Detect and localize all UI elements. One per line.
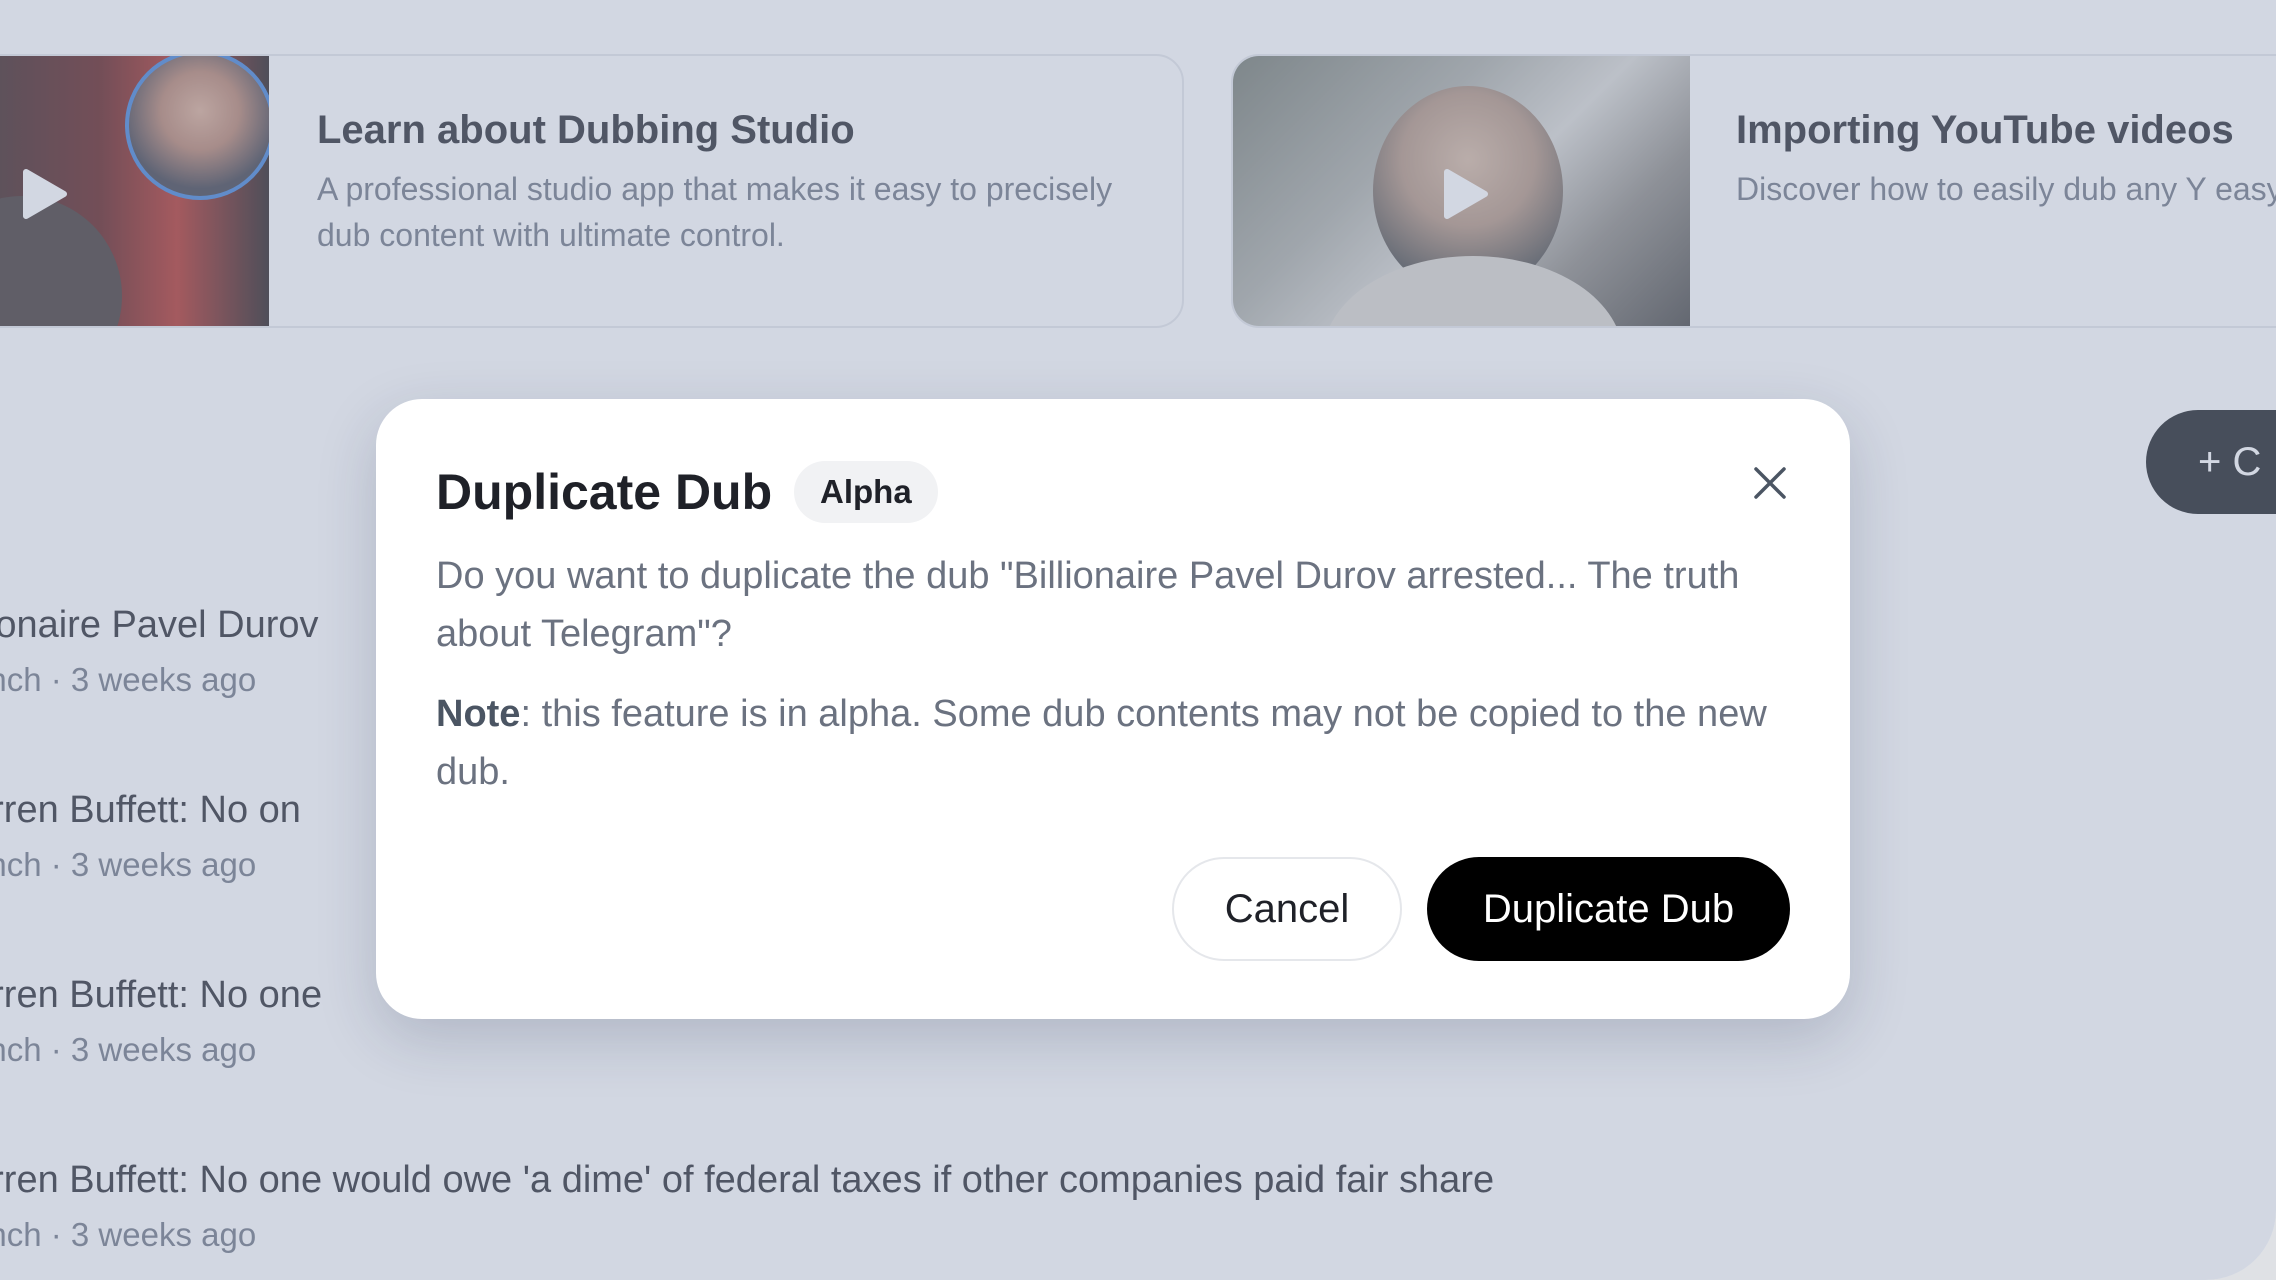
close-button[interactable] — [1740, 453, 1800, 513]
dialog-message: Do you want to duplicate the dub "Billio… — [436, 555, 1740, 655]
duplicate-dub-dialog: Duplicate Dub Alpha Do you want to dupli… — [376, 399, 1850, 1019]
dialog-note: Note: this feature is in alpha. Some dub… — [436, 685, 1796, 801]
duplicate-dub-button[interactable]: Duplicate Dub — [1427, 857, 1790, 961]
dialog-title: Duplicate Dub — [436, 464, 773, 520]
close-icon[interactable] — [1753, 466, 1787, 500]
note-label: Note — [436, 693, 521, 735]
alpha-badge: Alpha — [794, 461, 938, 523]
app-screen: Learn about Dubbing Studio A professiona… — [0, 0, 2276, 1280]
cancel-button[interactable]: Cancel — [1172, 857, 1402, 961]
note-text: : this feature is in alpha. Some dub con… — [436, 693, 1767, 793]
